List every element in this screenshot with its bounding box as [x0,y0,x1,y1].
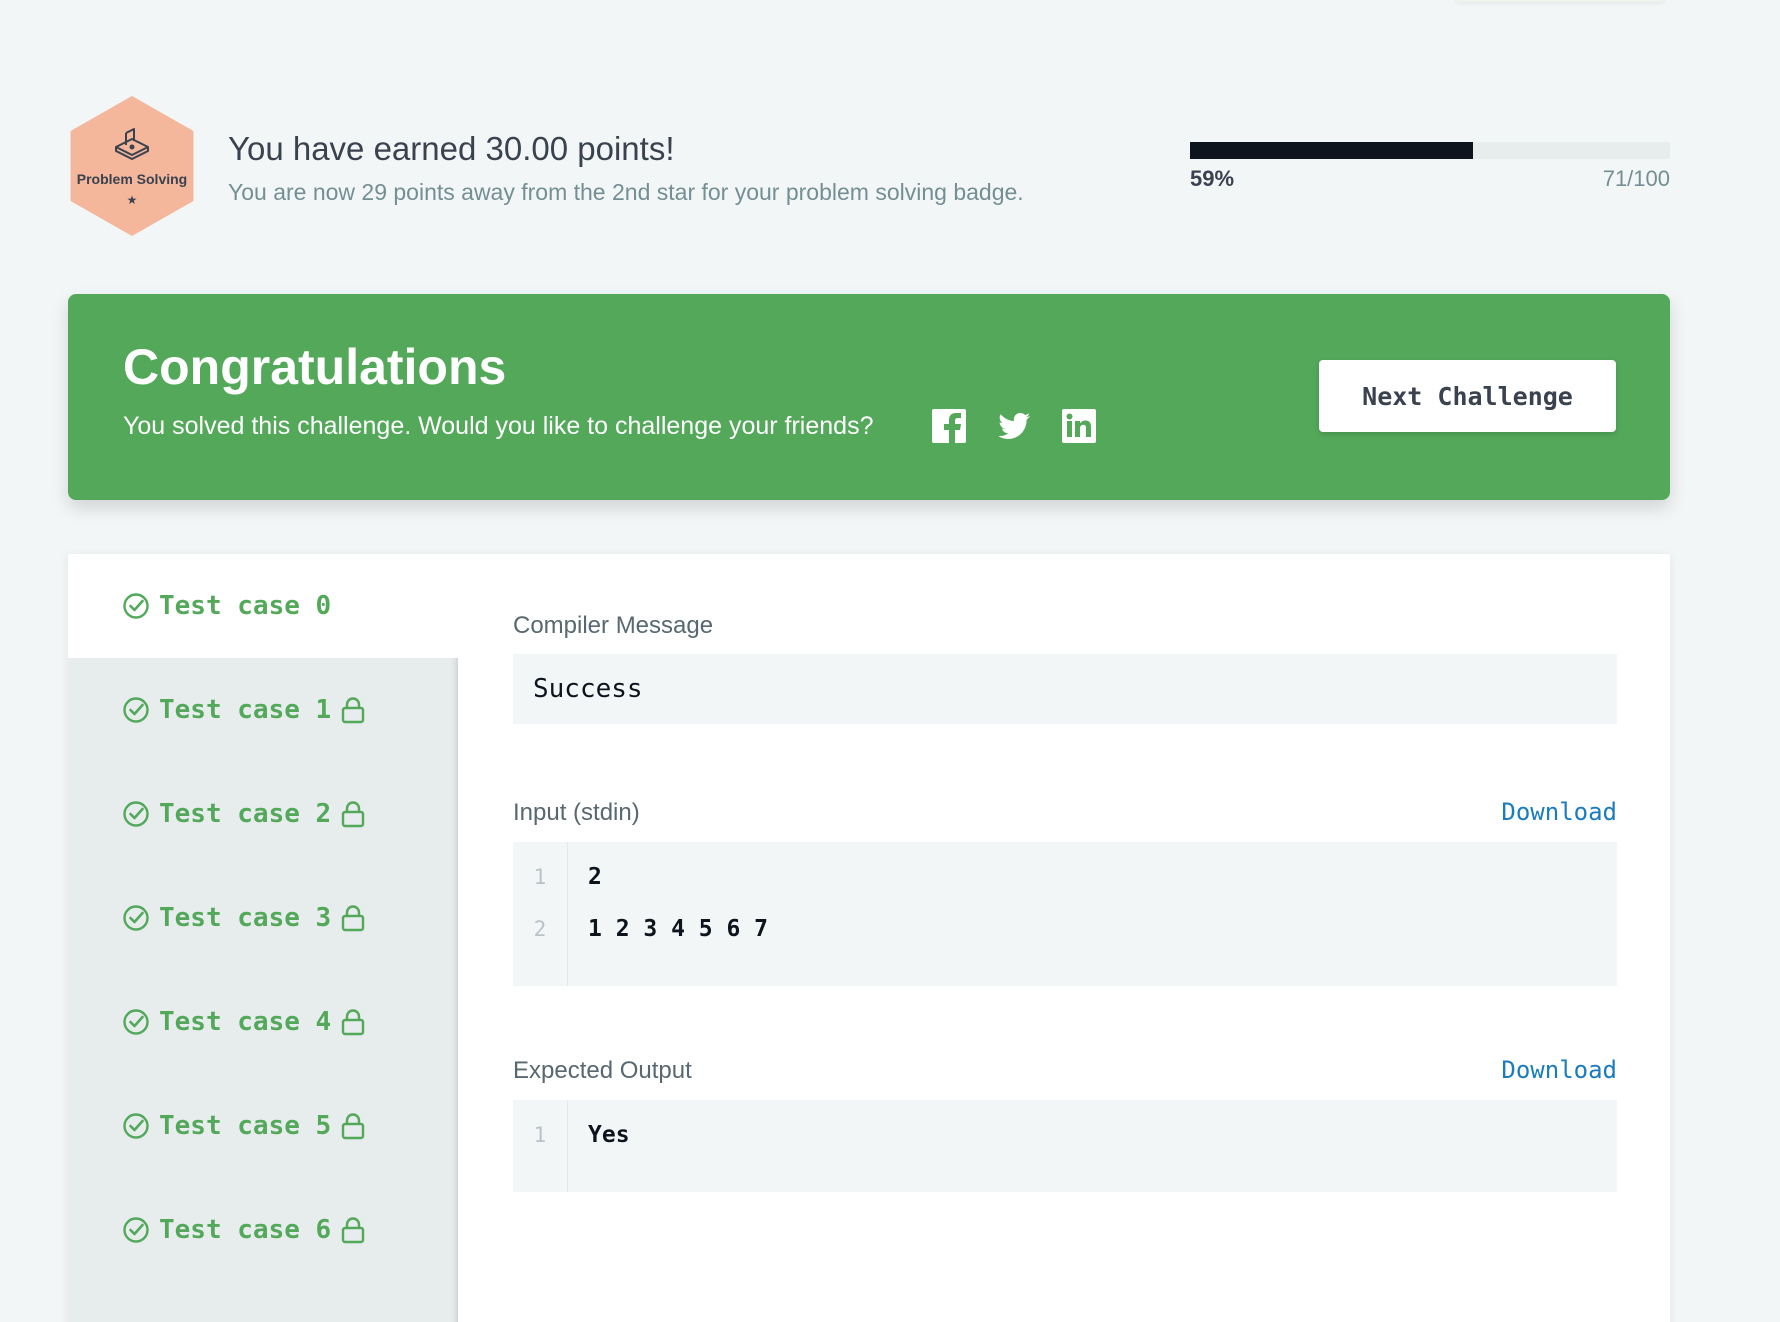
line-number: 1 [533,865,547,889]
code-line: 1 2 3 4 5 6 7 [588,916,769,942]
linkedin-icon[interactable] [1061,408,1097,444]
facebook-icon[interactable] [931,408,967,444]
input-label: Input (stdin) [513,799,640,826]
congratulations-banner: Congratulations You solved this challeng… [68,294,1670,500]
compiler-message-label: Compiler Message [513,612,714,639]
test-case-tab-6[interactable]: Test case 6 [68,1178,458,1282]
input-download-link[interactable]: Download [1501,798,1617,826]
code-line: Yes [588,1122,630,1148]
lock-icon [340,1112,366,1140]
twitter-icon[interactable] [996,408,1032,444]
next-challenge-button[interactable]: Next Challenge [1319,360,1616,432]
badge-progress: 59% 71/100 [1190,142,1670,192]
test-case-tab-5[interactable]: Test case 5 [68,1074,458,1178]
check-circle-icon [122,1216,150,1244]
check-circle-icon [122,1112,150,1140]
points-summary: Problem Solving ★ You have earned 30.00 … [68,96,1670,241]
test-case-label: Test case 4 [159,1007,332,1037]
test-case-details: Compiler Message Success Input (stdin) D… [513,554,1617,1192]
lock-icon [340,904,366,932]
output-download-link[interactable]: Download [1501,1056,1617,1084]
banner-message: You solved this challenge. Would you lik… [123,412,874,440]
check-circle-icon [122,1008,150,1036]
output-lines: Yes [568,1100,630,1192]
compiler-message: Success [513,654,1617,724]
progress-fill [1190,142,1474,159]
test-case-tab-0[interactable]: Test case 0 [68,554,458,658]
test-results-panel: Test case 0 Test case 1 Test case 2 Test ca… [68,554,1670,1322]
test-case-label: Test case 1 [159,695,332,725]
test-case-tab-1[interactable]: Test case 1 [68,658,458,762]
test-case-list: Test case 0 Test case 1 Test case 2 Test ca… [68,554,458,1322]
problem-solving-badge: Problem Solving ★ [70,96,194,236]
test-case-label: Test case 2 [159,799,332,829]
test-case-label: Test case 0 [159,591,332,621]
badge-label: Problem Solving [76,171,188,187]
top-tab-edge [1455,0,1665,2]
check-circle-icon [122,904,150,932]
points-title: You have earned 30.00 points! [228,130,675,167]
banner-title: Congratulations [123,339,507,395]
check-circle-icon [122,592,150,620]
lock-icon [340,800,366,828]
test-case-label: Test case 5 [159,1111,332,1141]
input-lines: 2 1 2 3 4 5 6 7 [568,842,768,986]
points-subtitle: You are now 29 points away from the 2nd … [228,179,1024,205]
social-share [931,408,1097,444]
problem-solving-icon [115,128,149,160]
lock-icon [340,696,366,724]
progress-count: 71/100 [1602,166,1670,191]
test-case-tab-3[interactable]: Test case 3 [68,866,458,970]
test-case-label: Test case 6 [159,1215,332,1245]
test-case-tab-2[interactable]: Test case 2 [68,762,458,866]
input-code-block: 12 21 2 3 4 5 6 7 [513,842,1617,986]
badge-star-icon: ★ [126,193,138,207]
output-line-numbers: 1 [513,1100,568,1192]
progress-percent: 59% [1190,166,1235,191]
progress-track [1190,142,1670,159]
test-case-label: Test case 3 [159,903,332,933]
line-number: 1 [533,1123,547,1147]
output-code-block: 1 Yes [513,1100,1617,1192]
check-circle-icon [122,696,150,724]
lock-icon [340,1008,366,1036]
lock-icon [340,1216,366,1244]
input-line-numbers: 12 [513,842,568,986]
expected-output-label: Expected Output [513,1057,692,1084]
line-number: 2 [533,917,547,941]
test-case-tab-4[interactable]: Test case 4 [68,970,458,1074]
code-line: 2 [588,864,602,890]
check-circle-icon [122,800,150,828]
